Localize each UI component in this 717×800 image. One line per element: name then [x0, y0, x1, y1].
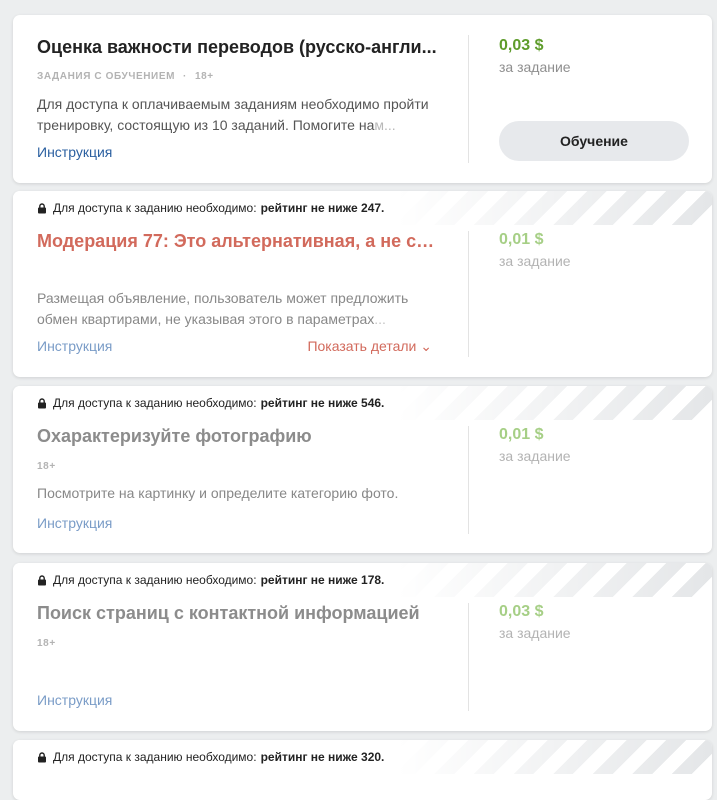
- access-requirement: Для доступа к заданию необходимо: рейтинг…: [37, 750, 384, 764]
- task-card-partial[interactable]: Для доступа к заданию необходимо: рейтинг…: [13, 740, 712, 800]
- description-text: Для доступа к оплачиваемым заданиям необ…: [37, 96, 429, 133]
- meta-separator: ·: [183, 71, 187, 82]
- access-requirement-value: рейтинг не ниже 546.: [260, 396, 385, 410]
- task-price: 0,01 $: [499, 231, 544, 248]
- lock-icon: [38, 574, 46, 585]
- divider: [468, 603, 469, 711]
- task-title[interactable]: Поиск страниц с контактной информацией: [37, 603, 437, 624]
- training-button[interactable]: Обучение: [499, 121, 689, 161]
- access-requirement-text: Для доступа к заданию необходимо:: [53, 201, 257, 215]
- description-text: Размещая объявление, пользователь может …: [37, 290, 409, 327]
- access-requirement-text: Для доступа к заданию необходимо:: [53, 396, 257, 410]
- task-description: Размещая объявление, пользователь может …: [37, 288, 442, 330]
- task-price: 0,03 $: [499, 603, 544, 620]
- show-details-link[interactable]: Показать детали ⌄: [307, 338, 432, 355]
- instruction-link[interactable]: Инструкция: [37, 144, 112, 160]
- task-price: 0,01 $: [499, 426, 544, 443]
- access-requirement-text: Для доступа к заданию необходимо:: [53, 750, 257, 764]
- access-requirement-value: рейтинг не ниже 320.: [260, 750, 385, 764]
- price-unit-label: за задание: [499, 625, 571, 641]
- price-unit-label: за задание: [499, 253, 571, 269]
- lock-icon: [38, 202, 46, 213]
- task-title[interactable]: Оценка важности переводов (русско-англи.…: [37, 37, 437, 58]
- access-requirement: Для доступа к заданию необходимо: рейтинг…: [37, 201, 384, 215]
- divider: [468, 426, 469, 534]
- age-badge: 18+: [37, 461, 56, 472]
- access-requirement-text: Для доступа к заданию необходимо:: [53, 573, 257, 587]
- divider: [468, 231, 469, 357]
- task-description: Посмотрите на картинку и определите кате…: [37, 485, 399, 501]
- price-unit-label: за задание: [499, 448, 571, 464]
- task-description: Для доступа к оплачиваемым заданиям необ…: [37, 94, 442, 136]
- description-faded-text: м...: [374, 117, 396, 133]
- task-tag: ЗАДАНИЯ С ОБУЧЕНИЕМ: [37, 71, 176, 82]
- access-requirement-value: рейтинг не ниже 247.: [260, 201, 385, 215]
- description-faded-text: ...: [374, 311, 386, 327]
- task-price: 0,03 $: [499, 37, 544, 54]
- price-unit-label: за задание: [499, 59, 571, 75]
- age-badge: 18+: [194, 71, 214, 82]
- age-badge: 18+: [37, 638, 56, 649]
- access-requirement-value: рейтинг не ниже 178.: [260, 573, 385, 587]
- divider: [468, 35, 469, 163]
- instruction-link[interactable]: Инструкция: [37, 338, 112, 354]
- task-card-translation-quality[interactable]: Оценка важности переводов (русско-англи.…: [13, 15, 712, 183]
- access-requirement: Для доступа к заданию необходимо: рейтинг…: [37, 573, 384, 587]
- lock-icon: [38, 751, 46, 762]
- task-meta: ЗАДАНИЯ С ОБУЧЕНИЕМ · 18+: [37, 71, 214, 82]
- task-title[interactable]: Охарактеризуйте фотографию: [37, 426, 437, 447]
- instruction-link[interactable]: Инструкция: [37, 692, 112, 708]
- instruction-link[interactable]: Инструкция: [37, 515, 112, 531]
- task-card-contacts[interactable]: Для доступа к заданию необходимо: рейтинг…: [13, 563, 712, 731]
- task-title[interactable]: Модерация 77: Это альтернативная, а не с…: [37, 231, 437, 252]
- lock-icon: [38, 397, 46, 408]
- task-card-moderation[interactable]: Для доступа к заданию необходимо: рейтинг…: [13, 191, 712, 377]
- task-card-photo[interactable]: Для доступа к заданию необходимо: рейтинг…: [13, 386, 712, 553]
- access-requirement: Для доступа к заданию необходимо: рейтинг…: [37, 396, 384, 410]
